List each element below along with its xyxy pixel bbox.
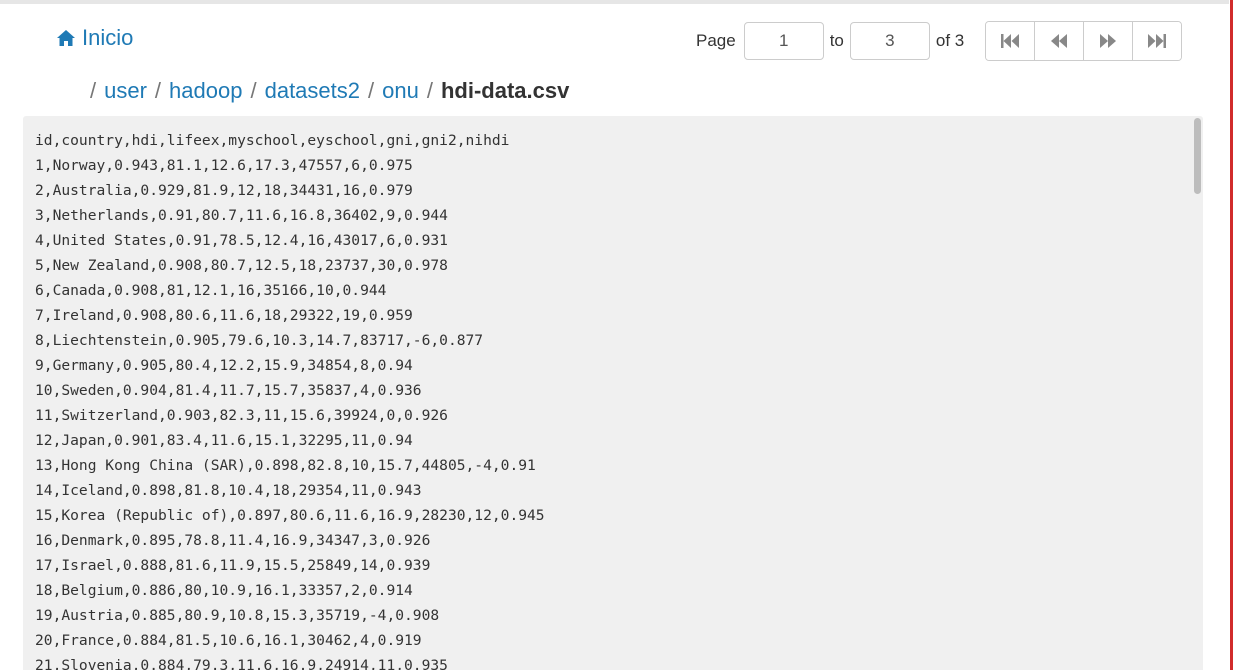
breadcrumb-separator: /	[426, 78, 433, 103]
file-line: 4,United States,0.91,78.5,12.4,16,43017,…	[35, 232, 448, 249]
total-pages-label: of 3	[935, 31, 965, 50]
file-line: 20,France,0.884,81.5,10.6,16.1,30462,4,0…	[35, 632, 422, 649]
top-divider	[0, 0, 1229, 4]
page-label: Page	[696, 31, 736, 50]
file-line: 13,Hong Kong China (SAR),0.898,82.8,10,1…	[35, 457, 536, 474]
breadcrumb-separator: /	[154, 78, 162, 103]
previous-page-button[interactable]	[1035, 22, 1084, 60]
home-icon	[56, 28, 82, 48]
scrollbar-thumb[interactable]	[1194, 118, 1201, 194]
breadcrumb-item-onu[interactable]: onu	[382, 78, 419, 104]
file-content-viewer[interactable]: id,country,hdi,lifeex,myschool,eyschool,…	[23, 116, 1203, 670]
breadcrumb-item-datasets2[interactable]: datasets2	[265, 78, 360, 104]
current-page-input[interactable]	[743, 22, 824, 60]
file-line: 1,Norway,0.943,81.1,12.6,17.3,47557,6,0.…	[35, 157, 413, 174]
home-link[interactable]: Inicio	[56, 25, 133, 51]
page-navigation	[985, 21, 1182, 61]
file-line: 12,Japan,0.901,83.4,11.6,15.1,32295,11,0…	[35, 432, 413, 449]
next-page-icon	[1098, 33, 1118, 49]
last-page-button[interactable]	[1133, 22, 1181, 60]
file-line: 9,Germany,0.905,80.4,12.2,15.9,34854,8,0…	[35, 357, 413, 374]
pagination: Page to of 3	[696, 20, 964, 62]
first-page-button[interactable]	[986, 22, 1035, 60]
breadcrumb-current-file: hdi-data.csv	[440, 78, 570, 103]
file-line: 17,Israel,0.888,81.6,11.9,15.5,25849,14,…	[35, 557, 431, 574]
file-line: 5,New Zealand,0.908,80.7,12.5,18,23737,3…	[35, 257, 448, 274]
file-line: 6,Canada,0.908,81,12.1,16,35166,10,0.944	[35, 282, 387, 299]
vertical-scrollbar[interactable]	[1194, 116, 1201, 670]
breadcrumb-item-hadoop[interactable]: hadoop	[169, 78, 242, 104]
last-page-icon	[1147, 33, 1167, 49]
file-line: 7,Ireland,0.908,80.6,11.6,18,29322,19,0.…	[35, 307, 413, 324]
home-label: Inicio	[82, 25, 134, 50]
breadcrumb-separator: /	[368, 78, 375, 103]
to-label: to	[829, 31, 844, 50]
file-line: 18,Belgium,0.886,80,10.9,16.1,33357,2,0.…	[35, 582, 413, 599]
file-line: 2,Australia,0.929,81.9,12,18,34431,16,0.…	[35, 182, 413, 199]
file-line: id,country,hdi,lifeex,myschool,eyschool,…	[35, 132, 510, 149]
file-line: 8,Liechtenstein,0.905,79.6,10.3,14.7,837…	[35, 332, 484, 349]
file-line: 10,Sweden,0.904,81.4,11.7,15.7,35837,4,0…	[35, 382, 422, 399]
file-content-text: id,country,hdi,lifeex,myschool,eyschool,…	[23, 116, 1203, 670]
file-line: 19,Austria,0.885,80.9,10.8,15.3,35719,-4…	[35, 607, 440, 624]
breadcrumb-separator: /	[250, 78, 257, 103]
previous-page-icon	[1049, 33, 1069, 49]
file-line: 14,Iceland,0.898,81.8,10.4,18,29354,11,0…	[35, 482, 422, 499]
file-line: 11,Switzerland,0.903,82.3,11,15.6,39924,…	[35, 407, 448, 424]
breadcrumb: / user / hadoop / datasets2 / onu / hdi-…	[90, 78, 569, 104]
file-line: 15,Korea (Republic of),0.897,80.6,11.6,1…	[35, 507, 545, 524]
file-line: 21,Slovenia,0.884,79.3,11.6,16.9,24914,1…	[35, 657, 448, 670]
file-line: 16,Denmark,0.895,78.8,11.4,16.9,34347,3,…	[35, 532, 431, 549]
next-page-button[interactable]	[1084, 22, 1133, 60]
first-page-icon	[1000, 33, 1020, 49]
file-line: 3,Netherlands,0.91,80.7,11.6,16.8,36402,…	[35, 207, 448, 224]
to-page-input[interactable]	[849, 22, 930, 60]
breadcrumb-item-user[interactable]: user	[104, 78, 147, 104]
breadcrumb-separator: /	[90, 78, 97, 103]
